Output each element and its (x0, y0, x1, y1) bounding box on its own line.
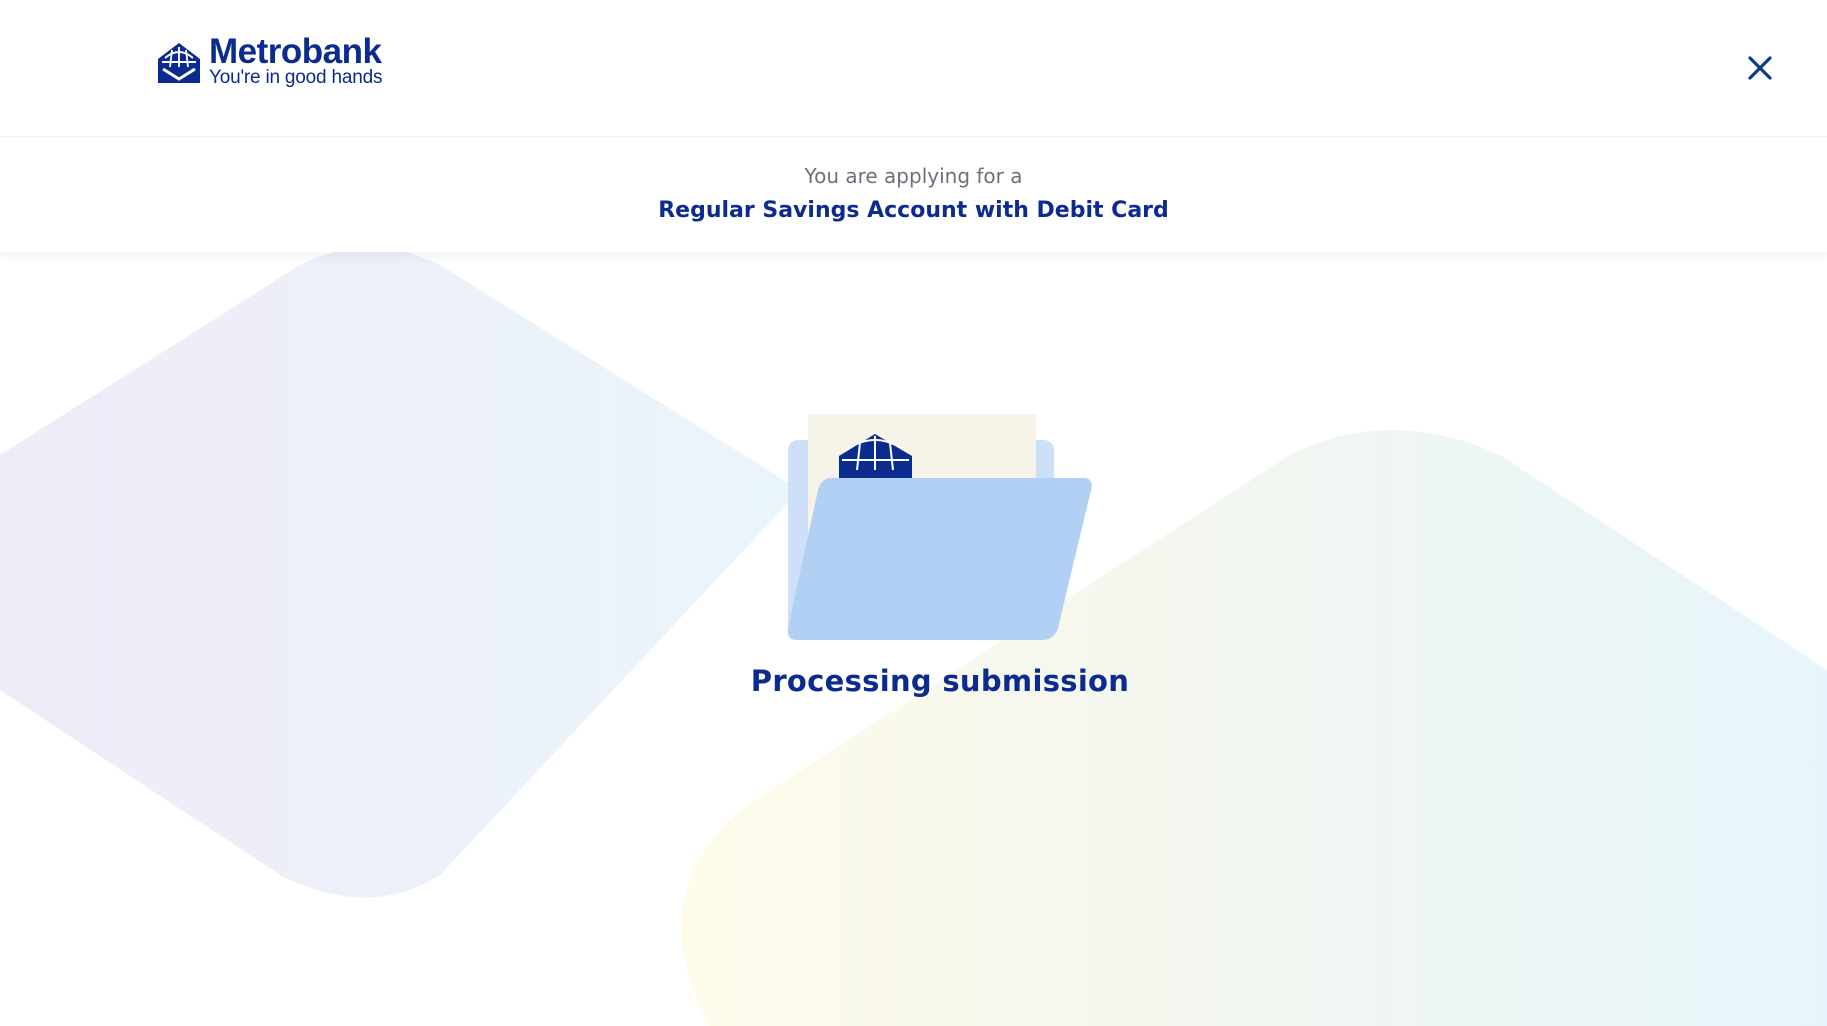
brand-name: Metrobank (209, 32, 382, 71)
product-name: Regular Savings Account with Debit Card (658, 198, 1169, 223)
status-message: Processing submission (750, 664, 1130, 698)
brand-tagline: You're in good hands (209, 67, 383, 88)
close-button[interactable] (1744, 52, 1776, 84)
metrobank-logo[interactable]: Metrobank You're in good hands (156, 32, 383, 88)
top-bar: Metrobank You're in good hands (0, 0, 1827, 137)
application-intro: You are applying for a (804, 164, 1023, 188)
application-banner: You are applying for a Regular Savings A… (0, 137, 1827, 252)
metrobank-logo-icon (158, 43, 200, 83)
left-diamond-shape (0, 247, 800, 898)
close-icon (1748, 56, 1772, 80)
folder-icon (787, 414, 1092, 640)
